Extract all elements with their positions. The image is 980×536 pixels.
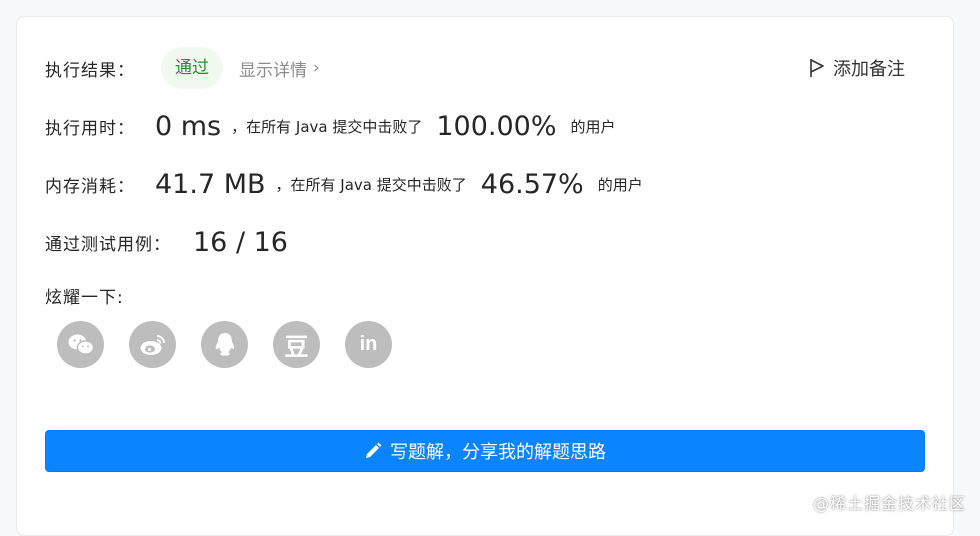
- testcases-row: 通过测试用例： 16 / 16: [45, 227, 288, 258]
- share-qq-button[interactable]: [201, 321, 248, 368]
- write-solution-button[interactable]: 写题解，分享我的解题思路: [45, 430, 925, 472]
- share-label: 炫耀一下:: [45, 288, 124, 308]
- runtime-value: 0 ms: [155, 111, 222, 142]
- result-label: 执行结果：: [45, 60, 135, 81]
- testcases-value: 16 / 16: [193, 227, 288, 258]
- share-row: 炫耀一下:: [45, 283, 124, 308]
- share-linkedin-button[interactable]: in: [345, 321, 392, 368]
- memory-percent: 46.57%: [480, 169, 584, 200]
- show-details-link[interactable]: 显示详情 ›: [239, 56, 320, 81]
- submission-result-card: 执行结果： 通过 显示详情 › 添加备注 执行用时： 0 ms ，在所有 Jav…: [16, 16, 954, 536]
- runtime-middle-text: ，在所有 Java 提交中击败了: [231, 118, 423, 136]
- memory-middle-text: ，在所有 Java 提交中击败了: [275, 176, 467, 194]
- memory-row: 内存消耗： 41.7 MB ，在所有 Java 提交中击败了 46.57% 的用…: [45, 169, 643, 200]
- runtime-label: 执行用时：: [45, 119, 135, 139]
- wechat-icon: [68, 334, 94, 355]
- runtime-row: 执行用时： 0 ms ，在所有 Java 提交中击败了 100.00% 的用户: [45, 111, 616, 142]
- runtime-suffix: 的用户: [570, 118, 616, 136]
- show-details-label: 显示详情: [239, 60, 307, 81]
- flag-icon: [810, 59, 824, 77]
- chevron-right-icon: ›: [313, 58, 320, 78]
- share-weibo-button[interactable]: [129, 321, 176, 368]
- weibo-icon: [140, 334, 165, 355]
- add-note-label: 添加备注: [833, 59, 905, 80]
- runtime-percent: 100.00%: [436, 111, 557, 142]
- share-buttons: 豆 in: [57, 321, 417, 368]
- testcases-label: 通过测试用例：: [45, 235, 171, 255]
- result-row: 执行结果： 通过 显示详情 ›: [45, 47, 320, 89]
- qq-icon: [215, 332, 234, 355]
- write-solution-label: 写题解，分享我的解题思路: [390, 442, 606, 463]
- pencil-icon: [366, 442, 382, 458]
- share-wechat-button[interactable]: [57, 321, 104, 368]
- linkedin-icon: in: [359, 333, 378, 355]
- watermark: @稀土掘金技术社区: [812, 494, 966, 513]
- memory-value: 41.7 MB: [155, 169, 266, 200]
- douban-icon: 豆: [284, 333, 309, 361]
- memory-label: 内存消耗：: [45, 177, 135, 197]
- memory-suffix: 的用户: [597, 176, 643, 194]
- add-note-button[interactable]: 添加备注: [809, 55, 905, 81]
- status-badge: 通过: [161, 47, 223, 89]
- share-douban-button[interactable]: 豆: [273, 321, 320, 368]
